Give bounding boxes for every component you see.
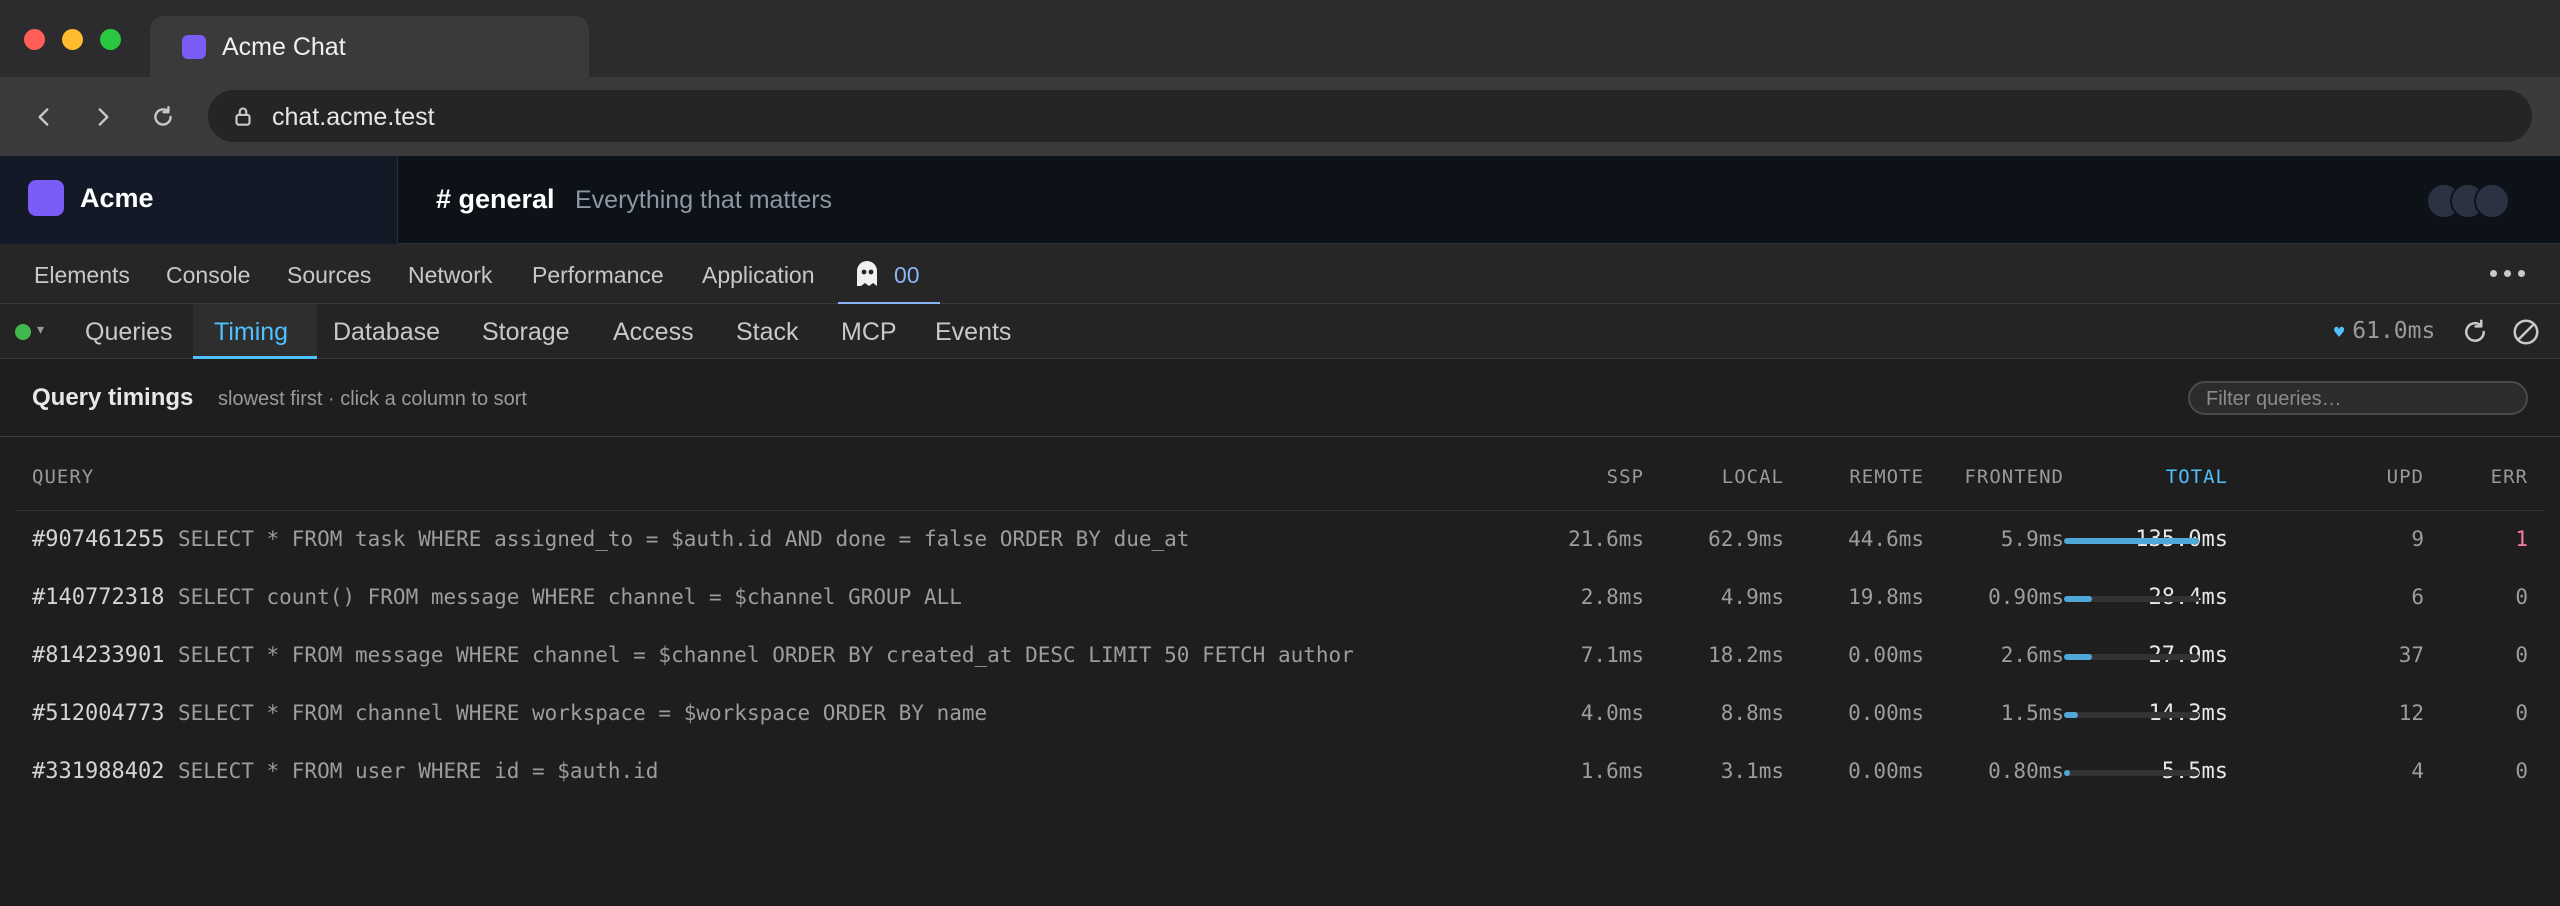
subtab-stack[interactable]: Stack [736, 318, 799, 347]
table-row[interactable]: #512004773 SELECT * FROM channel WHERE wo… [16, 685, 2544, 743]
minimize-window-button[interactable] [62, 29, 83, 50]
more-options-icon[interactable] [2490, 270, 2526, 278]
total-bar-track [2064, 596, 2199, 602]
tab-extension[interactable]: 00 [838, 244, 940, 305]
err-value: 1 [2515, 527, 2528, 551]
connection-status-dot[interactable] [15, 324, 31, 340]
query-text: SELECT * FROM channel WHERE workspace = … [178, 701, 988, 725]
query-id: #140772318 [32, 585, 165, 610]
member-avatars[interactable] [2426, 183, 2526, 219]
total-bar-fill [2064, 654, 2092, 660]
lock-icon [235, 107, 251, 126]
refresh-icon[interactable] [2460, 317, 2490, 347]
heart-icon: ♥ [2334, 323, 2345, 343]
heartbeat-value: 61.0ms [2352, 318, 2436, 344]
workspace-switcher[interactable]: Acme [0, 156, 398, 244]
chevron-right-icon [98, 108, 109, 126]
frontend-value: 1.5ms [2000, 701, 2064, 725]
total-bar-fill [2064, 538, 2199, 544]
query-text: SELECT count() FROM message WHERE channe… [178, 585, 962, 609]
filter-queries-input[interactable]: Filter queries… [2188, 381, 2528, 415]
workspace-logo [28, 180, 64, 216]
reload-button[interactable] [139, 93, 187, 141]
panel-subtitle: slowest first · click a column to sort [218, 388, 527, 410]
subtab-queries[interactable]: Queries [85, 318, 173, 347]
workspace-name: Acme [80, 183, 154, 213]
query-text: SELECT * FROM task WHERE assigned_to = $… [178, 527, 1190, 551]
err-value: 0 [2515, 585, 2528, 609]
panel-header: Query timings slowest first · click a co… [0, 359, 2560, 437]
column-err[interactable]: ERR [2328, 466, 2528, 488]
panel-subtabs: ▾ Queries Timing Database Storage Access… [0, 304, 2560, 359]
table-row[interactable]: #140772318 SELECT count() FROM message WH… [16, 569, 2544, 627]
extension-tab-label: 00 [894, 262, 920, 288]
total-bar-track [2064, 538, 2199, 544]
avatar [2474, 183, 2510, 219]
total-bar-track [2064, 654, 2199, 660]
browser-tab[interactable]: Acme Chat [150, 16, 589, 77]
tab-performance[interactable]: Performance [532, 262, 664, 289]
channel-name: # general [436, 184, 555, 214]
devtools-tabbar: Elements Console Sources Network Perform… [0, 244, 2560, 305]
total-bar-fill [2064, 770, 2070, 776]
address-bar[interactable]: chat.acme.test [208, 90, 2532, 142]
table-body: #907461255 SELECT * FROM task WHERE assig… [16, 511, 2544, 801]
query-id: #512004773 [32, 701, 165, 726]
subtab-timing[interactable]: Timing [214, 318, 288, 347]
browser-titlebar: Acme Chat [0, 0, 2560, 77]
column-query[interactable]: QUERY [32, 466, 94, 488]
channel-description: Everything that matters [575, 186, 833, 214]
err-value: 0 [2515, 643, 2528, 667]
query-text: SELECT * FROM user WHERE id = $auth.id [178, 759, 659, 783]
url-text: chat.acme.test [272, 103, 435, 131]
column-total[interactable]: TOTAL [2028, 466, 2228, 488]
frontend-value: 2.6ms [2000, 643, 2064, 667]
app-header: Acme # general Everything that matters [0, 156, 2560, 244]
total-bar-fill [2064, 712, 2078, 718]
browser-toolbar: chat.acme.test [0, 77, 2560, 156]
total-bar-fill [2064, 596, 2092, 602]
query-timings-table: QUERY SSP LOCAL REMOTE FRONTEND TOTAL UP… [16, 437, 2544, 801]
query-id: #331988402 [32, 759, 165, 784]
total-bar-track [2064, 712, 2199, 718]
err-value: 0 [2515, 701, 2528, 725]
table-row[interactable]: #331988402 SELECT * FROM user WHERE id = … [16, 743, 2544, 801]
table-header: QUERY SSP LOCAL REMOTE FRONTEND TOTAL UP… [16, 437, 2544, 511]
table-row[interactable]: #814233901 SELECT * FROM message WHERE ch… [16, 627, 2544, 685]
tab-sources[interactable]: Sources [287, 262, 371, 289]
forward-button[interactable] [79, 93, 127, 141]
subtab-events[interactable]: Events [935, 318, 1011, 347]
heartbeat-latency: ♥ 61.0ms [2334, 318, 2435, 344]
subtab-access[interactable]: Access [613, 318, 694, 347]
zoom-window-button[interactable] [100, 29, 121, 50]
subtab-mcp[interactable]: MCP [841, 318, 897, 347]
subtab-database[interactable]: Database [333, 318, 440, 347]
tab-console[interactable]: Console [166, 262, 250, 289]
tab-elements[interactable]: Elements [34, 262, 130, 289]
subtab-storage[interactable]: Storage [482, 318, 570, 347]
ghost-icon [857, 261, 877, 286]
caret-down-icon[interactable]: ▾ [37, 321, 44, 338]
favicon-icon [182, 35, 206, 59]
clear-icon[interactable] [2511, 317, 2541, 347]
back-button[interactable] [20, 93, 68, 141]
frontend-value: 5.9ms [2000, 527, 2064, 551]
frontend-value: 0.80ms [1988, 759, 2064, 783]
tab-application[interactable]: Application [702, 262, 815, 289]
total-bar-track [2064, 770, 2199, 776]
query-text: SELECT * FROM message WHERE channel = $c… [178, 643, 1354, 667]
reload-icon [154, 106, 172, 126]
close-window-button[interactable] [24, 29, 45, 50]
query-id: #907461255 [32, 527, 165, 552]
err-value: 0 [2515, 759, 2528, 783]
filter-placeholder: Filter queries… [2206, 388, 2342, 410]
panel-title: Query timings [32, 384, 194, 411]
table-row[interactable]: #907461255 SELECT * FROM task WHERE assig… [16, 511, 2544, 569]
query-id: #814233901 [32, 643, 165, 668]
chevron-left-icon [38, 108, 49, 126]
frontend-value: 0.90ms [1988, 585, 2064, 609]
tab-network[interactable]: Network [408, 262, 492, 289]
tab-title: Acme Chat [222, 33, 346, 61]
